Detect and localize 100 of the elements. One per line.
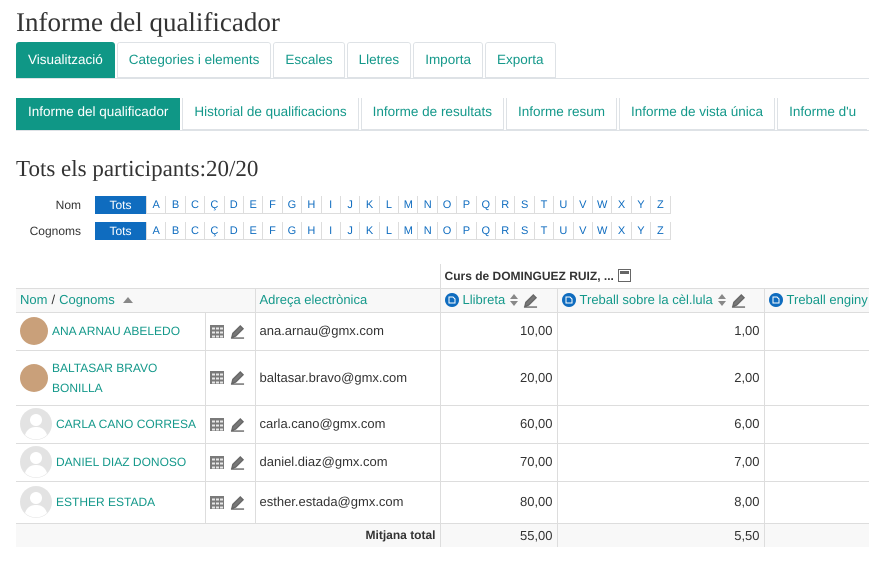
- grade-item-link[interactable]: Treball enginy: [786, 290, 868, 310]
- initial-filter[interactable]: S: [515, 222, 535, 240]
- initial-filter[interactable]: U: [554, 196, 574, 214]
- tab[interactable]: Importa: [413, 42, 483, 78]
- initial-filter[interactable]: A: [147, 196, 166, 214]
- pencil-icon[interactable]: [523, 292, 538, 308]
- initial-filter[interactable]: Y: [632, 222, 652, 240]
- avatar-photo-placeholder: [20, 317, 48, 345]
- initial-filter[interactable]: E: [244, 196, 264, 214]
- pencil-icon[interactable]: [230, 494, 244, 510]
- initial-filter[interactable]: V: [574, 222, 593, 240]
- assignment-icon: [562, 293, 576, 307]
- initial-filter[interactable]: P: [457, 222, 477, 240]
- separator-text: /: [51, 291, 56, 310]
- caret-up-icon[interactable]: [122, 297, 133, 303]
- initial-filter[interactable]: B: [166, 196, 186, 214]
- initial-filter[interactable]: V: [574, 196, 593, 214]
- initial-filter[interactable]: T: [534, 222, 554, 240]
- pencil-icon[interactable]: [230, 324, 244, 338]
- initial-filter[interactable]: O: [438, 196, 458, 214]
- grid-icon[interactable]: [210, 324, 224, 338]
- initial-filter[interactable]: N: [418, 222, 438, 240]
- student-name-link[interactable]: CARLA CANO CORRESA: [56, 414, 196, 434]
- initial-filter[interactable]: H: [302, 222, 322, 240]
- student-name-link[interactable]: DANIEL DIAZ DONOSO: [56, 452, 186, 472]
- grid-icon[interactable]: [210, 418, 224, 430]
- grid-icon[interactable]: [210, 371, 224, 384]
- initial-filter[interactable]: Z: [651, 222, 671, 240]
- initial-filter[interactable]: H: [302, 196, 322, 214]
- initial-filter[interactable]: Z: [651, 196, 671, 214]
- sort-arrows-icon[interactable]: [509, 293, 520, 307]
- initial-filter[interactable]: G: [282, 196, 302, 214]
- first-name-sort-link[interactable]: Nom: [20, 290, 48, 310]
- pencil-icon[interactable]: [230, 416, 244, 432]
- initial-filter[interactable]: P: [457, 196, 477, 214]
- grid-icon[interactable]: [210, 496, 224, 508]
- initial-filter[interactable]: Tots: [95, 196, 147, 214]
- tab[interactable]: Informe del qualificador: [16, 98, 180, 130]
- assignment-icon: [768, 293, 783, 307]
- initial-filter[interactable]: J: [340, 196, 360, 214]
- initial-filter[interactable]: C: [186, 196, 206, 214]
- initial-filter[interactable]: S: [515, 196, 535, 214]
- grade-item-link[interactable]: Treball sobre la cèl.lula: [580, 290, 713, 310]
- initial-filter[interactable]: T: [534, 196, 554, 214]
- tab[interactable]: Informe resum: [506, 98, 617, 130]
- initial-filter[interactable]: K: [360, 222, 380, 240]
- initial-filter[interactable]: N: [418, 196, 438, 214]
- email-header-link[interactable]: Adreça electrònica: [260, 292, 368, 308]
- initial-filter[interactable]: G: [282, 222, 302, 240]
- pencil-icon[interactable]: [230, 454, 244, 470]
- initial-filter[interactable]: Q: [476, 222, 496, 240]
- tab[interactable]: Exporta: [484, 42, 556, 78]
- sort-arrows-icon[interactable]: [716, 293, 727, 307]
- initial-filter[interactable]: X: [612, 222, 632, 240]
- tab[interactable]: Informe de resultats: [360, 98, 504, 130]
- initial-filter[interactable]: E: [244, 222, 264, 240]
- tab[interactable]: Informe d'u: [777, 98, 868, 130]
- tab[interactable]: Historial de qualificacions: [182, 98, 359, 130]
- collapse-icon[interactable]: [618, 269, 631, 282]
- student-name-link[interactable]: ESTHER ESTADA: [56, 492, 156, 512]
- initial-filter[interactable]: I: [322, 196, 341, 214]
- initial-filter[interactable]: J: [340, 222, 360, 240]
- initial-filter[interactable]: M: [399, 196, 418, 214]
- initial-filter[interactable]: R: [496, 196, 516, 214]
- initial-filter[interactable]: M: [399, 222, 418, 240]
- initial-filter[interactable]: R: [496, 222, 516, 240]
- grade-item-link[interactable]: Llibreta: [462, 290, 506, 310]
- initial-filter[interactable]: B: [166, 222, 186, 240]
- initial-filter[interactable]: W: [592, 196, 612, 214]
- initial-filter[interactable]: A: [147, 222, 166, 240]
- initial-filter[interactable]: F: [263, 222, 283, 240]
- pencil-icon[interactable]: [230, 370, 244, 385]
- initial-filter[interactable]: Y: [632, 196, 652, 214]
- initial-filter[interactable]: F: [263, 196, 283, 214]
- initial-filter[interactable]: Ç: [205, 222, 225, 240]
- grid-icon[interactable]: [210, 456, 224, 468]
- tab[interactable]: Lletres: [346, 42, 412, 78]
- initial-filter[interactable]: I: [322, 222, 341, 240]
- initial-filter[interactable]: C: [186, 222, 206, 240]
- initial-filter[interactable]: W: [592, 222, 612, 240]
- initial-filter[interactable]: Q: [476, 196, 496, 214]
- tab[interactable]: Escales: [273, 42, 345, 78]
- initial-filter[interactable]: O: [438, 222, 458, 240]
- tab[interactable]: Categories i elements: [116, 42, 272, 78]
- average-label: Mitjana total: [16, 523, 440, 547]
- initial-filter[interactable]: U: [554, 222, 574, 240]
- student-name-link[interactable]: BALTASAR BRAVO BONILLA: [52, 358, 200, 398]
- last-name-sort-link[interactable]: Cognoms: [59, 290, 115, 310]
- pencil-icon[interactable]: [730, 292, 746, 308]
- initial-filter[interactable]: L: [380, 222, 400, 240]
- initial-filter[interactable]: Ç: [205, 196, 225, 214]
- initial-filter[interactable]: L: [380, 196, 400, 214]
- initial-filter[interactable]: X: [612, 196, 632, 214]
- initial-filter[interactable]: Tots: [95, 222, 147, 240]
- student-name-link[interactable]: ANA ARNAU ABELEDO: [52, 321, 180, 341]
- initial-filter[interactable]: K: [360, 196, 380, 214]
- tab[interactable]: Visualització: [16, 42, 115, 78]
- tab[interactable]: Informe de vista única: [619, 98, 776, 130]
- initial-filter[interactable]: D: [224, 196, 244, 214]
- initial-filter[interactable]: D: [224, 222, 244, 240]
